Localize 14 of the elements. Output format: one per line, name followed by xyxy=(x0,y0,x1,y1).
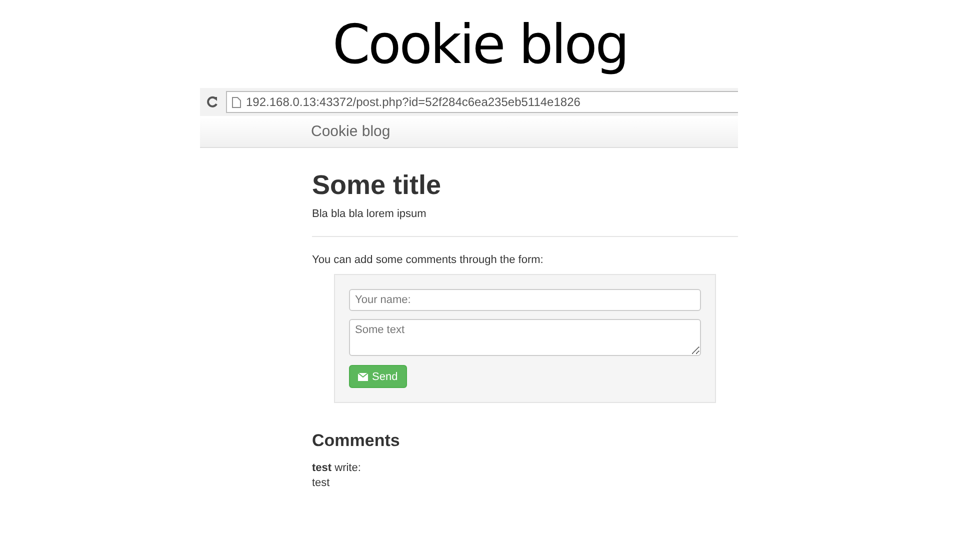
comment-text: test xyxy=(312,476,331,491)
form-intro: You can add some comments through the form: xyxy=(312,254,544,266)
slide-title: Cookie blog xyxy=(332,12,628,78)
page-icon xyxy=(232,96,241,108)
comments-heading: Comments xyxy=(312,431,401,451)
post-body: Bla bla bla lorem ipsum xyxy=(312,208,428,220)
comment-text-field[interactable]: Some text xyxy=(349,319,701,356)
post-title: Some title xyxy=(312,169,442,202)
envelope-icon xyxy=(358,372,368,380)
navbar-brand[interactable]: Cookie blog xyxy=(311,123,390,140)
comment-author: test write: xyxy=(312,461,362,476)
address-bar[interactable]: 192.168.0.13:43372/post.php?id=52f284c6ea235eb5114e1826 xyxy=(226,91,738,113)
reload-icon[interactable] xyxy=(206,96,218,108)
name-field[interactable]: Your name: xyxy=(349,289,701,311)
